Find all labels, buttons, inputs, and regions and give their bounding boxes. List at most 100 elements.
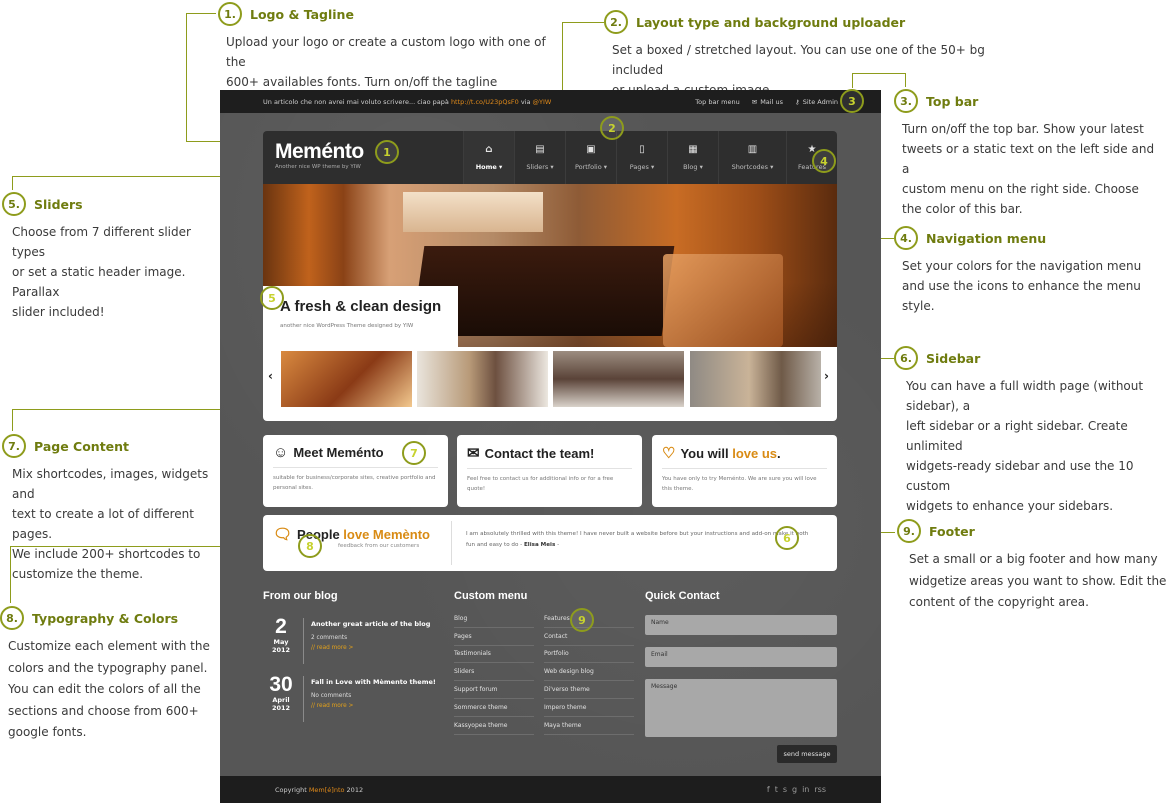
tweet-link[interactable]: http://t.co/U23pQsF0 [451, 98, 519, 106]
annotation-footer: 9. Footer Set a small or a big footer and… [897, 519, 1167, 614]
annotation-line: Choose from 7 different slider types [12, 225, 191, 259]
copyright-brand[interactable]: Mem[é]nto [309, 786, 345, 794]
nav-label: Sliders [526, 162, 549, 171]
post-comments[interactable]: No comments [311, 693, 351, 699]
nav-label: Shortcodes [731, 162, 769, 171]
google-icon[interactable]: g [792, 785, 797, 794]
footer-menu-item[interactable]: Support forum [454, 681, 534, 699]
name-field[interactable]: Name [645, 615, 837, 635]
annotation-title: Logo & Tagline [250, 6, 354, 22]
slider-image-stools [663, 254, 783, 347]
mail-us-link[interactable]: ✉ Mail us [752, 98, 783, 106]
prev-arrow-icon[interactable]: ‹ [268, 369, 273, 383]
footer-menu-item[interactable]: Di'verso theme [544, 681, 634, 699]
footer-menu-item[interactable]: Contact [544, 628, 634, 646]
quote-tail: - [555, 542, 560, 548]
annotation-line: style. [902, 299, 935, 313]
footer-contact-heading: Quick Contact [645, 590, 720, 602]
annotation-title: Footer [929, 523, 975, 539]
message-field[interactable]: Message [645, 679, 837, 737]
post-month: April [272, 696, 290, 704]
slider-image-window [403, 192, 543, 232]
footer-menu-item[interactable]: Impero theme [544, 699, 634, 717]
marker-1: 1 [375, 140, 399, 164]
footer-menu-item[interactable]: Blog [454, 610, 534, 628]
box-title: Contact the team! [484, 445, 595, 461]
send-message-button[interactable]: send message [777, 745, 837, 763]
footer-menu-item[interactable]: Kassyopea theme [454, 717, 534, 735]
annotation-badge: 9. [897, 519, 921, 543]
nav-item-shortcodes[interactable]: ▥ Shortcodes ▾ [718, 131, 786, 184]
annotation-line: 600+ availables fonts. Turn on/off the t… [226, 75, 498, 89]
annotation-sidebar: 6. Sidebar You can have a full width page… [894, 346, 1170, 516]
annotation-line: widgets-ready sidebar and use the 10 cus… [906, 459, 1134, 493]
annotation-line: widgets to enhance your sidebars. [906, 499, 1114, 513]
footer-menu-item[interactable]: Sommerce theme [454, 699, 534, 717]
key-icon: ⚷ [794, 97, 800, 106]
quote-author: Elisa Meis [523, 542, 556, 548]
nav-label: Portfolio [574, 162, 602, 171]
linkedin-icon[interactable]: in [802, 785, 809, 794]
box-title-part: You will [680, 445, 733, 461]
footer-menu-item[interactable]: Sliders [454, 663, 534, 682]
footer-menu-heading: Custom menu [454, 590, 528, 602]
post-divider [303, 618, 304, 664]
annotation-logo-tagline: 1. Logo & Tagline Upload your logo or cre… [218, 2, 548, 92]
footer-menu-item[interactable]: Portfolio [544, 646, 634, 664]
navigation-menu: ⌂ Home ▾ ▤ Sliders ▾ ▣ Portfolio ▾ ▯ Pages ▾… [463, 131, 837, 184]
box-title: You will love us. [680, 446, 780, 461]
leader-line-1b [186, 13, 187, 141]
annotation-title: Sidebar [926, 350, 981, 366]
marker-7: 7 [402, 441, 426, 465]
post-comments[interactable]: 2 comments [311, 635, 347, 641]
annotation-line: text to create a lot of different pages. [12, 507, 194, 541]
post-title[interactable]: Fall in Love with Mèmento theme! [311, 678, 451, 686]
post-title[interactable]: Another great article of the blog [311, 620, 451, 628]
tweet-user-link[interactable]: @YIW [533, 98, 552, 106]
post-read-more[interactable]: // read more > [311, 645, 353, 651]
annotation-title: Top bar [926, 93, 979, 109]
annotation-line: tweets or a static text on the left side… [902, 142, 1155, 176]
nav-item-sliders[interactable]: ▤ Sliders ▾ [514, 131, 565, 184]
post-divider [303, 676, 304, 722]
footer-menu-item[interactable]: Testimonials [454, 646, 534, 664]
thumbnail-bedroom[interactable] [553, 351, 684, 407]
nav-label: Pages [629, 162, 649, 171]
film-icon: ▤ [535, 143, 545, 155]
twitter-icon[interactable]: t [775, 785, 778, 794]
footer-menu-item[interactable]: Pages [454, 628, 534, 646]
facebook-icon[interactable]: f [767, 785, 770, 794]
thumbnail-model[interactable] [690, 351, 821, 407]
annotation-badge: 6. [894, 346, 918, 370]
annotation-badge: 3. [894, 89, 918, 113]
mail-icon: ✉ [751, 97, 758, 106]
marker-9: 9 [570, 608, 594, 632]
nav-item-home[interactable]: ⌂ Home ▾ [463, 131, 514, 184]
annotation-line: You can edit the colors of all the [8, 682, 201, 696]
nav-item-pages[interactable]: ▯ Pages ▾ [616, 131, 667, 184]
leader-line-5b [12, 176, 13, 190]
box-title-highlight: love us [732, 445, 778, 461]
footer-menu-item[interactable]: Maya theme [544, 717, 634, 735]
thumbnail-living-room[interactable] [281, 351, 412, 407]
next-arrow-icon[interactable]: › [824, 369, 829, 383]
slider-caption: A fresh & clean design another nice Word… [263, 286, 458, 347]
rss-icon[interactable]: rss [814, 785, 826, 794]
mail-us-label: Mail us [760, 97, 783, 106]
footer-menu-item[interactable]: Web design blog [544, 663, 634, 682]
skype-icon[interactable]: s [783, 785, 787, 794]
post-read-more[interactable]: // read more > [311, 703, 353, 709]
email-field[interactable]: Email [645, 647, 837, 667]
marker-4: 4 [812, 149, 836, 173]
site-logo[interactable]: Meménto [275, 140, 364, 164]
grid-icon: ▥ [747, 143, 758, 155]
site-tagline: Another nice WP theme by YIW [275, 164, 361, 170]
thumbnail-couple[interactable] [417, 351, 548, 407]
annotation-layout-type: 2. Layout type and background uploader Se… [604, 10, 1004, 100]
annotation-title: Layout type and background uploader [636, 14, 906, 30]
marker-2: 2 [600, 116, 624, 140]
site-admin-link[interactable]: ⚷ Site Admin [795, 98, 838, 106]
top-bar-menu-link[interactable]: Top bar menu [695, 98, 739, 106]
nav-item-blog[interactable]: ▦ Blog ▾ [667, 131, 718, 184]
annotation-line: google fonts. [8, 725, 87, 739]
